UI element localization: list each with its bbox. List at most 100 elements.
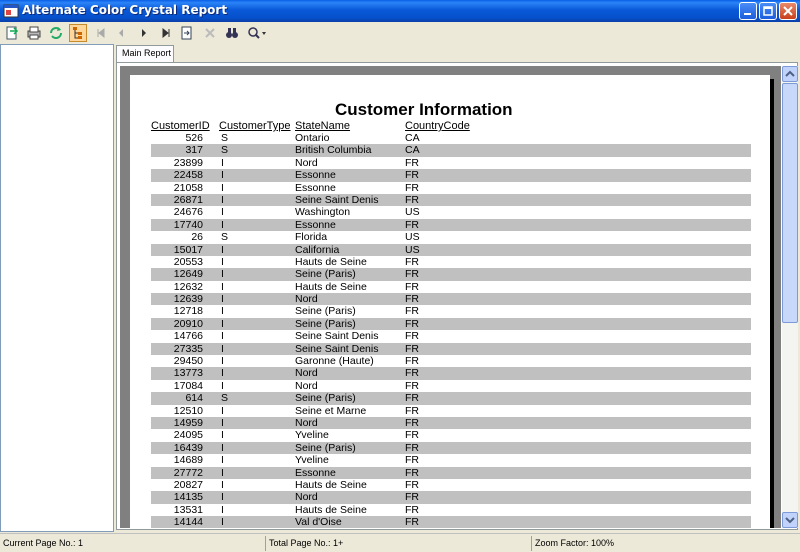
table-row: 24095 I Yveline FR <box>151 429 751 441</box>
customer-id-cell: 13773 <box>173 367 203 380</box>
state-name-cell: Washington <box>295 206 351 219</box>
zoom-dropdown-button[interactable] <box>245 24 269 42</box>
header-customer-type: CustomerType <box>219 120 291 132</box>
table-row: 12632 I Hauts de Seine FR <box>151 281 751 293</box>
country-code-cell: FR <box>405 503 419 516</box>
table-row: 26 S Florida US <box>151 231 751 243</box>
customer-type-cell: I <box>221 416 224 429</box>
state-name-cell: Seine Saint Denis <box>295 330 379 343</box>
customer-id-cell: 20910 <box>173 317 203 330</box>
report-page: Customer Information CustomerID Customer… <box>130 75 770 528</box>
total-pages-status: Total Page No.: 1+ <box>266 536 532 551</box>
state-name-cell: Nord <box>295 491 318 504</box>
customer-type-cell: S <box>221 132 229 144</box>
country-code-cell: FR <box>405 355 419 368</box>
report-viewer[interactable]: Customer Information CustomerID Customer… <box>116 62 798 530</box>
table-row: 23899 I Nord FR <box>151 157 751 169</box>
table-row: 20553 I Hauts de Seine FR <box>151 256 751 268</box>
country-code-cell: FR <box>405 429 419 442</box>
state-name-cell: Seine Saint Denis <box>295 342 379 355</box>
customer-type-cell: I <box>221 441 224 454</box>
tab-main-report[interactable]: Main Report <box>116 45 174 62</box>
customer-type-cell: I <box>221 404 224 417</box>
minimize-icon <box>744 13 751 15</box>
scroll-up-button[interactable] <box>782 66 798 82</box>
state-name-cell: Essonne <box>295 181 336 194</box>
country-code-cell: FR <box>405 156 419 169</box>
country-code-cell: FR <box>405 330 419 343</box>
table-row: 20827 I Hauts de Seine FR <box>151 479 751 491</box>
customer-type-cell: I <box>221 181 224 194</box>
table-row: 14689 I Yveline FR <box>151 454 751 466</box>
country-code-cell: FR <box>405 305 419 318</box>
customer-type-cell: S <box>221 392 229 405</box>
first-page-button[interactable] <box>92 24 110 42</box>
country-code-cell: FR <box>405 516 419 528</box>
refresh-button[interactable] <box>47 24 65 42</box>
chevron-down-icon <box>785 517 795 524</box>
table-row: 14135 I Nord FR <box>151 491 751 504</box>
customer-id-cell: 26871 <box>173 193 203 206</box>
vertical-scrollbar[interactable] <box>782 66 798 528</box>
customer-type-cell: I <box>221 280 224 293</box>
last-page-button[interactable] <box>157 24 175 42</box>
state-name-cell: Val d'Oise <box>295 516 342 528</box>
customer-type-cell: I <box>221 516 224 528</box>
customer-id-cell: 17084 <box>173 379 203 392</box>
zoom-status: Zoom Factor: 100% <box>535 538 615 548</box>
state-name-cell: Seine (Paris) <box>295 441 356 454</box>
group-tree-panel[interactable] <box>0 44 114 532</box>
state-name-cell: Florida <box>295 231 328 244</box>
customer-type-cell: I <box>221 255 224 268</box>
state-name-cell: British Columbia <box>295 144 372 157</box>
print-icon <box>27 26 41 40</box>
report-title: Customer Information <box>335 100 513 119</box>
table-row: 20910 I Seine (Paris) FR <box>151 317 751 331</box>
app-icon <box>3 4 19 18</box>
goto-page-button[interactable] <box>178 24 196 42</box>
state-name-cell: California <box>295 243 340 256</box>
table-row: 16439 I Seine (Paris) FR <box>151 441 751 455</box>
toggle-group-tree-button[interactable] <box>69 24 87 42</box>
customer-id-cell: 26 <box>191 231 203 244</box>
country-code-cell: FR <box>405 454 419 467</box>
country-code-cell: FR <box>405 441 419 454</box>
country-code-cell: FR <box>405 193 419 206</box>
print-button[interactable] <box>25 24 43 42</box>
close-view-button[interactable] <box>201 24 219 42</box>
country-code-cell: FR <box>405 181 419 194</box>
customer-type-cell: I <box>221 317 224 330</box>
minimize-button[interactable] <box>739 2 757 20</box>
state-name-cell: Yveline <box>295 429 329 442</box>
state-name-cell: Hauts de Seine <box>295 503 367 516</box>
group-tree-icon <box>73 27 82 39</box>
state-name-cell: Seine (Paris) <box>295 317 356 330</box>
maximize-button[interactable] <box>759 2 777 20</box>
scroll-thumb[interactable] <box>782 83 798 323</box>
country-code-cell: US <box>405 206 420 219</box>
table-row: 22458 I Essonne FR <box>151 169 751 182</box>
customer-id-cell: 14959 <box>173 416 203 429</box>
customer-id-cell: 13531 <box>173 503 203 516</box>
customer-id-cell: 317 <box>185 144 203 157</box>
table-row: 14959 I Nord FR <box>151 416 751 430</box>
scroll-down-button[interactable] <box>782 512 798 528</box>
goto-page-icon <box>181 26 192 40</box>
close-button[interactable] <box>779 2 797 20</box>
export-button[interactable] <box>3 24 21 42</box>
state-name-cell: Essonne <box>295 466 336 479</box>
find-button[interactable] <box>223 24 241 42</box>
table-row: 317 S British Columbia CA <box>151 144 751 157</box>
previous-page-button[interactable] <box>112 24 130 42</box>
refresh-icon <box>50 27 62 39</box>
state-name-cell: Seine (Paris) <box>295 268 356 281</box>
country-code-cell: US <box>405 243 420 256</box>
state-name-cell: Garonne (Haute) <box>295 355 374 368</box>
window-title: Alternate Color Crystal Report <box>22 3 228 17</box>
next-page-icon <box>142 29 146 37</box>
next-page-button[interactable] <box>135 24 153 42</box>
customer-id-cell: 20553 <box>173 255 203 268</box>
customer-type-cell: I <box>221 268 224 281</box>
customer-id-cell: 12718 <box>173 305 203 318</box>
zoom-icon <box>248 27 266 39</box>
